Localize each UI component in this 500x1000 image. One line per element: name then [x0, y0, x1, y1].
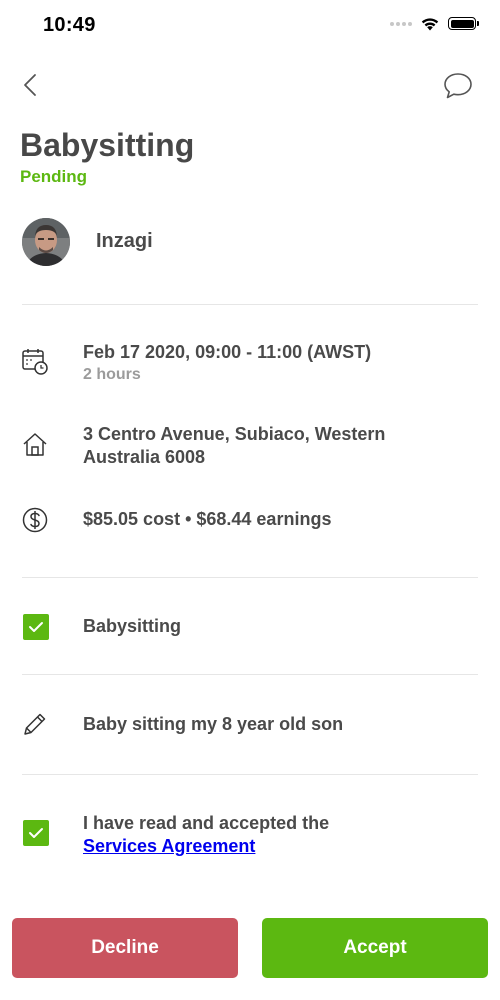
avatar-image — [22, 218, 70, 266]
status-badge: Pending — [20, 167, 88, 186]
status-time: 10:49 — [43, 14, 96, 36]
status-bar: 10:49 — [0, 0, 500, 54]
divider — [22, 577, 478, 578]
divider — [22, 304, 478, 305]
address-line-1: 3 Centro Avenue, Subiaco, Western — [83, 424, 386, 444]
user-name[interactable]: Inzagi — [96, 230, 153, 253]
wifi-icon — [421, 18, 439, 31]
service-checkbox[interactable] — [23, 614, 49, 640]
chevron-left-icon — [24, 74, 36, 96]
decline-button[interactable]: Decline — [12, 918, 238, 978]
chat-button[interactable] — [442, 70, 474, 102]
pencil-icon — [20, 709, 50, 739]
cellular-signal-icon — [390, 21, 412, 26]
checkmark-icon — [29, 828, 43, 838]
agreement-text-block: I have read and accepted the Services Ag… — [83, 812, 329, 858]
agreement-text: I have read and accepted the — [83, 813, 330, 833]
avatar[interactable] — [22, 218, 70, 266]
job-pricing: $85.05 cost • $68.44 earnings — [83, 509, 332, 529]
job-duration: 2 hours — [83, 366, 141, 383]
home-icon — [20, 430, 50, 460]
address-line-2: Australia 6008 — [83, 447, 206, 467]
status-icons — [390, 16, 479, 31]
accept-button[interactable]: Accept — [262, 918, 488, 978]
divider — [22, 674, 478, 675]
checkmark-icon — [29, 622, 43, 632]
service-label: Babysitting — [83, 616, 182, 636]
services-agreement-link[interactable]: Services Agreement — [83, 836, 255, 856]
back-button[interactable] — [18, 70, 46, 100]
page-title: Babysitting — [20, 127, 195, 163]
dollar-icon — [20, 505, 50, 535]
battery-icon — [448, 17, 479, 30]
agreement-checkbox[interactable] — [23, 820, 49, 846]
job-note: Baby sitting my 8 year old son — [83, 714, 344, 734]
job-datetime: Feb 17 2020, 09:00 - 11:00 (AWST) — [83, 342, 372, 362]
divider — [22, 774, 478, 775]
calendar-clock-icon — [20, 346, 50, 376]
job-address: 3 Centro Avenue, Subiaco, Western Austra… — [83, 423, 385, 469]
chat-bubble-icon — [444, 73, 472, 99]
